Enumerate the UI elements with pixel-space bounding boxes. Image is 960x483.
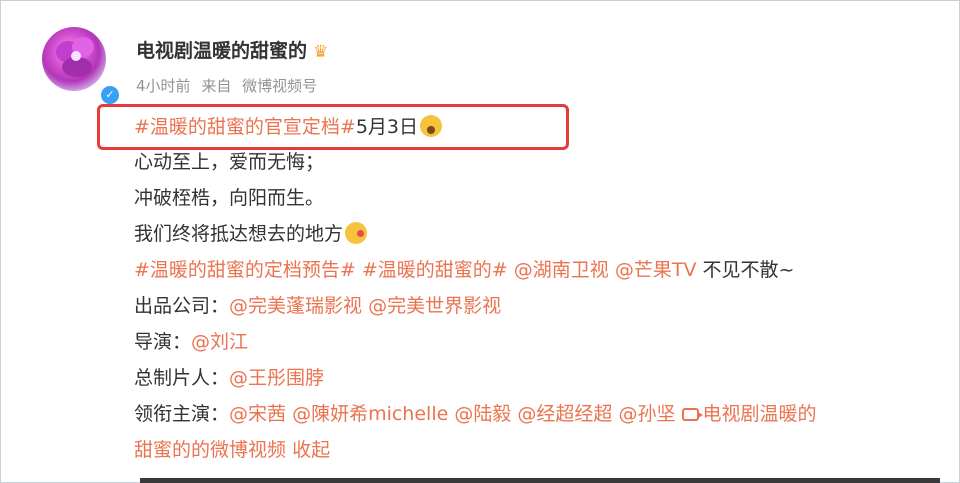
post-line-2: 心动至上，爱而无悔； [134,151,325,173]
field-label: 出品公司： [134,295,230,317]
hashtag-link[interactable]: #温暖的甜蜜的# [362,259,508,281]
shocked-face-emoji-icon [420,115,443,137]
source-label: 来自 [201,77,232,95]
hashtag-link[interactable]: #温暖的甜蜜的定档预告# [134,259,356,281]
post-text: 我们终将抵达想去的地方 [134,223,344,245]
post-line-9: 领衔主演：@宋茜 @陳妍希michelle @陆毅 @经超经超 @孙坚 电视剧温… [134,400,817,428]
mention-link[interactable]: @王彤围脖 [229,367,324,389]
author-name-row: 电视剧温暖的甜蜜的 ♛ [136,36,328,63]
mention-link[interactable]: @陳妍希michelle [292,403,448,425]
avatar[interactable] [42,27,106,91]
mention-link[interactable]: @刘江 [191,331,248,353]
video-link[interactable]: 电视剧温暖的 [703,403,817,425]
verified-badge-icon: ✓ [99,84,121,106]
crown-icon: ♛ [313,42,329,62]
post-line-5: #温暖的甜蜜的定档预告# #温暖的甜蜜的# @湖南卫视 @芒果TV 不见不散~ [134,256,794,284]
post-line-6: 出品公司：@完美蓬瑞影视 @完美世界影视 [134,292,501,320]
mention-link[interactable]: @孙坚 [618,403,675,425]
post-line-1: #温暖的甜蜜的官宣定档#5月3日 [134,113,443,141]
mention-link[interactable]: @完美蓬瑞影视 [229,295,362,317]
video-link[interactable]: 甜蜜的的微博视频 [134,439,286,461]
mention-link[interactable]: @芒果TV [615,259,697,281]
post-time[interactable]: 4小时前 [136,77,191,95]
post-line-8: 总制片人：@王彤围脖 [134,364,324,392]
collapse-button[interactable]: 收起 [292,439,330,461]
release-date-text: 5月3日 [355,116,419,138]
mention-link[interactable]: @完美世界影视 [368,295,501,317]
mention-link[interactable]: @宋茜 [229,403,286,425]
post-text: 不见不散~ [702,259,795,281]
post-line-3: 冲破桎梏，向阳而生。 [134,187,325,209]
post-line-10: 甜蜜的的微博视频 收起 [134,436,330,464]
field-label: 导演： [134,331,192,353]
field-label: 总制片人： [134,367,230,389]
hashtag-link[interactable]: #温暖的甜蜜的官宣定档# [134,116,356,138]
field-label: 领衔主演： [134,403,230,425]
post-meta: 4小时前 来自 微博视频号 [136,75,317,96]
bottom-divider [140,478,940,483]
video-icon [681,408,703,421]
post-source[interactable]: 微博视频号 [242,77,317,95]
mention-link[interactable]: @经超经超 [517,403,612,425]
mention-link[interactable]: @湖南卫视 [514,259,609,281]
kiss-face-emoji-icon [345,222,368,244]
mention-link[interactable]: @陆毅 [454,403,511,425]
post-line-7: 导演：@刘江 [134,328,248,356]
author-name[interactable]: 电视剧温暖的甜蜜的 [136,40,307,62]
avatar-flower-center [71,51,81,61]
post-line-4: 我们终将抵达想去的地方 [134,220,368,248]
